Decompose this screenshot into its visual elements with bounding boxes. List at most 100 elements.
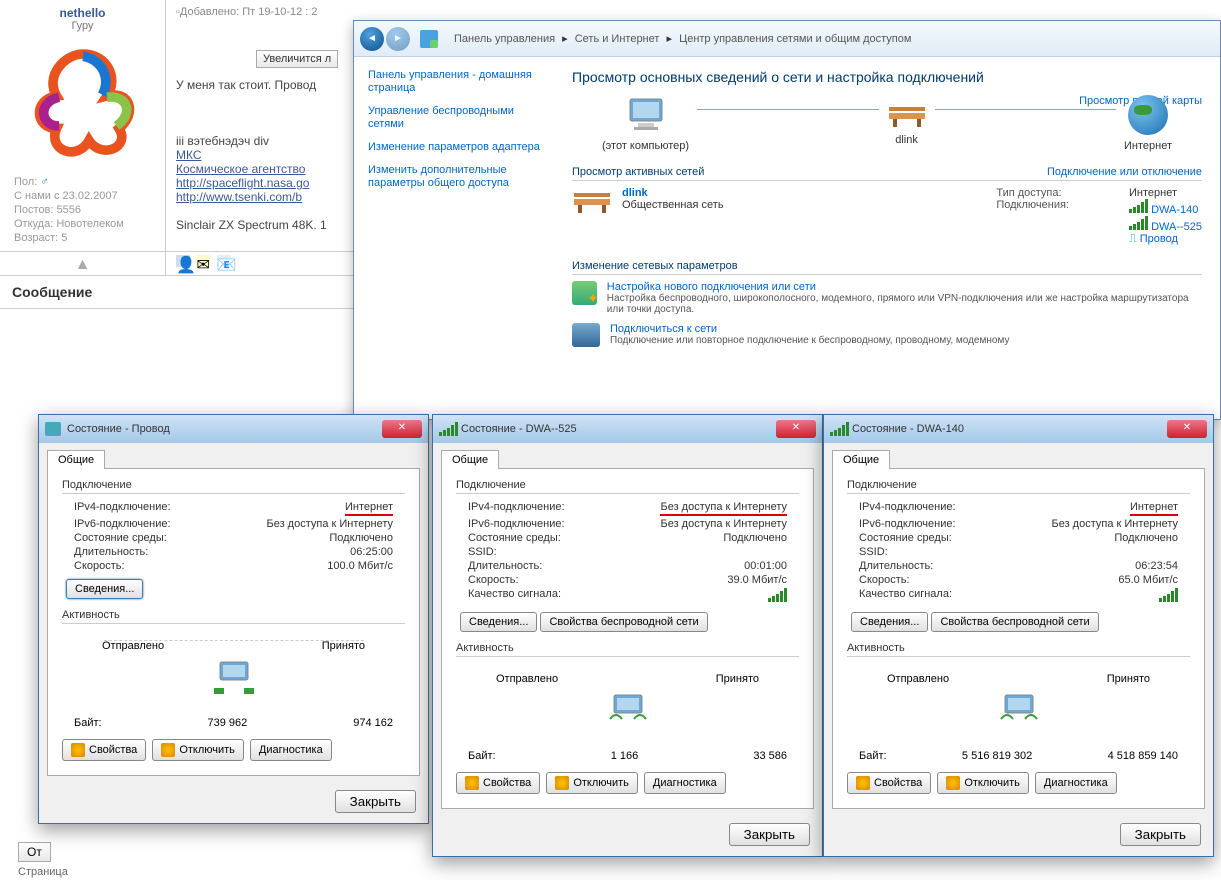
network-icon [420, 30, 438, 48]
ipv6-value: Без доступа к Интернету [1051, 518, 1178, 530]
new-connection-link[interactable]: Настройка нового подключения или сети [607, 281, 1202, 293]
section-activity: Активность [456, 642, 799, 657]
shield-icon [71, 743, 85, 757]
status-dialog-dwa140: Состояние - DWA-140 ✕ Общие Подключение … [823, 414, 1214, 857]
media-value: Подключено [723, 532, 787, 544]
forward-button[interactable]: ► [386, 27, 410, 51]
details-button[interactable]: Сведения... [851, 612, 928, 632]
wifi-icon [439, 422, 455, 436]
conn-link-dwa140[interactable]: DWA-140 [1129, 199, 1202, 216]
profile-icon[interactable]: 👤 [176, 255, 190, 267]
section-connection: Подключение [847, 479, 1190, 494]
node-internet-label: Интернет [1124, 140, 1172, 152]
active-network-type: Общественная сеть [622, 199, 724, 211]
ssid-label: SSID: [859, 546, 888, 558]
sidebar-wireless[interactable]: Управление беспроводными сетями [368, 105, 540, 131]
sent-label: Отправлено [887, 673, 949, 685]
shield-icon [946, 776, 960, 790]
diagnostics-button[interactable]: Диагностика [1035, 772, 1117, 794]
shield-icon [856, 776, 870, 790]
disconnect-button[interactable]: Отключить [546, 772, 638, 794]
close-icon[interactable]: ✕ [382, 420, 422, 438]
crumb-network[interactable]: Сеть и Интернет [575, 33, 660, 45]
tab-general[interactable]: Общие [47, 450, 105, 469]
sent-label: Отправлено [102, 640, 164, 652]
bench-icon [572, 187, 612, 215]
details-button[interactable]: Сведения... [460, 612, 537, 632]
tab-general[interactable]: Общие [832, 450, 890, 469]
wireless-props-button[interactable]: Свойства беспроводной сети [931, 612, 1098, 632]
connect-network-link[interactable]: Подключиться к сети [610, 323, 1009, 335]
ipv6-value: Без доступа к Интернету [266, 518, 393, 530]
disconnect-button[interactable]: Отключить [937, 772, 1029, 794]
plug-icon [45, 422, 61, 436]
active-network-name[interactable]: dlink [622, 187, 648, 199]
duration-value: 06:23:54 [1135, 560, 1178, 572]
media-value: Подключено [329, 532, 393, 544]
media-label: Состояние среды: [468, 532, 561, 544]
close-icon[interactable]: ✕ [776, 420, 816, 438]
sidebar-adapter[interactable]: Изменение параметров адаптера [368, 141, 540, 154]
avatar [23, 42, 143, 162]
close-button[interactable]: Закрыть [729, 823, 810, 846]
wireless-props-button[interactable]: Свойства беспроводной сети [540, 612, 707, 632]
male-icon: ♂ [40, 176, 48, 188]
close-button[interactable]: Закрыть [335, 790, 416, 813]
disconnect-button[interactable]: Отключить [152, 739, 244, 761]
username[interactable]: nethello [59, 6, 105, 20]
conn-link-dwa525[interactable]: DWA--525 [1129, 216, 1202, 233]
properties-button[interactable]: Свойства [456, 772, 540, 794]
crumb-sharing-center[interactable]: Центр управления сетями и общим доступом [679, 33, 911, 45]
user-role: Гуру [6, 20, 159, 32]
diagnostics-button[interactable]: Диагностика [644, 772, 726, 794]
computer-icon [622, 95, 670, 135]
network-center-window: ◄ ► Панель управления ▸ Сеть и Интернет … [353, 20, 1221, 420]
close-icon[interactable]: ✕ [1167, 420, 1207, 438]
pm-icon[interactable]: ✉ [196, 255, 210, 267]
scroll-top-icon[interactable]: ▲ [0, 252, 166, 275]
breadcrumb[interactable]: Панель управления ▸ Сеть и Интернет ▸ Це… [450, 32, 915, 45]
duration-label: Длительность: [74, 546, 148, 558]
close-button[interactable]: Закрыть [1120, 823, 1201, 846]
properties-button[interactable]: Свойства [62, 739, 146, 761]
bytes-label: Байт: [74, 717, 102, 729]
ipv4-label: IPv4-подключение: [468, 501, 565, 516]
email-icon[interactable]: 📧 [217, 255, 231, 267]
link-mks[interactable]: МКС [176, 148, 202, 162]
sidebar-home[interactable]: Панель управления - домашняя страница [368, 69, 540, 95]
ipv6-value: Без доступа к Интернету [660, 518, 787, 530]
speed-value: 100.0 Мбит/с [327, 560, 393, 572]
plug-icon: ⎍ [1129, 233, 1137, 245]
properties-button[interactable]: Свойства [847, 772, 931, 794]
reply-button[interactable]: От [18, 842, 51, 862]
section-activity: Активность [847, 642, 1190, 657]
activity-icon [210, 658, 258, 698]
ipv6-label: IPv6-подключение: [74, 518, 171, 530]
bytes-label: Байт: [859, 750, 887, 762]
back-button[interactable]: ◄ [360, 27, 384, 51]
duration-value: 00:01:00 [744, 560, 787, 572]
ipv4-label: IPv4-подключение: [859, 501, 956, 516]
details-button[interactable]: Сведения... [66, 579, 143, 599]
joined-value: 23.02.2007 [63, 190, 118, 202]
media-label: Состояние среды: [859, 532, 952, 544]
access-type-value: Интернет [1129, 187, 1202, 199]
tab-general[interactable]: Общие [441, 450, 499, 469]
active-networks-title: Просмотр активных сетей [572, 166, 704, 178]
gender-label: Пол: [14, 176, 37, 188]
zoom-button[interactable]: Увеличится л [256, 50, 338, 68]
ipv6-label: IPv6-подключение: [859, 518, 956, 530]
conn-link-wire[interactable]: ⎍ Провод [1129, 233, 1202, 246]
connect-disconnect-link[interactable]: Подключение или отключение [1047, 166, 1202, 178]
link-tsenki[interactable]: http://www.tsenki.com/b [176, 190, 302, 204]
ipv4-label: IPv4-подключение: [74, 501, 171, 516]
ipv4-value: Интернет [1130, 501, 1178, 516]
ipv4-value: Без доступа к Интернету [660, 501, 787, 516]
diagnostics-button[interactable]: Диагностика [250, 739, 332, 761]
recv-value: 4 518 859 140 [1108, 750, 1178, 762]
sidebar-sharing[interactable]: Изменить дополнительные параметры общего… [368, 164, 540, 190]
link-nasa[interactable]: http://spaceflight.nasa.gо [176, 176, 309, 190]
crumb-control-panel[interactable]: Панель управления [454, 33, 555, 45]
link-cosmo[interactable]: Космическое агентство [176, 162, 305, 176]
speed-value: 39.0 Мбит/с [727, 574, 787, 586]
